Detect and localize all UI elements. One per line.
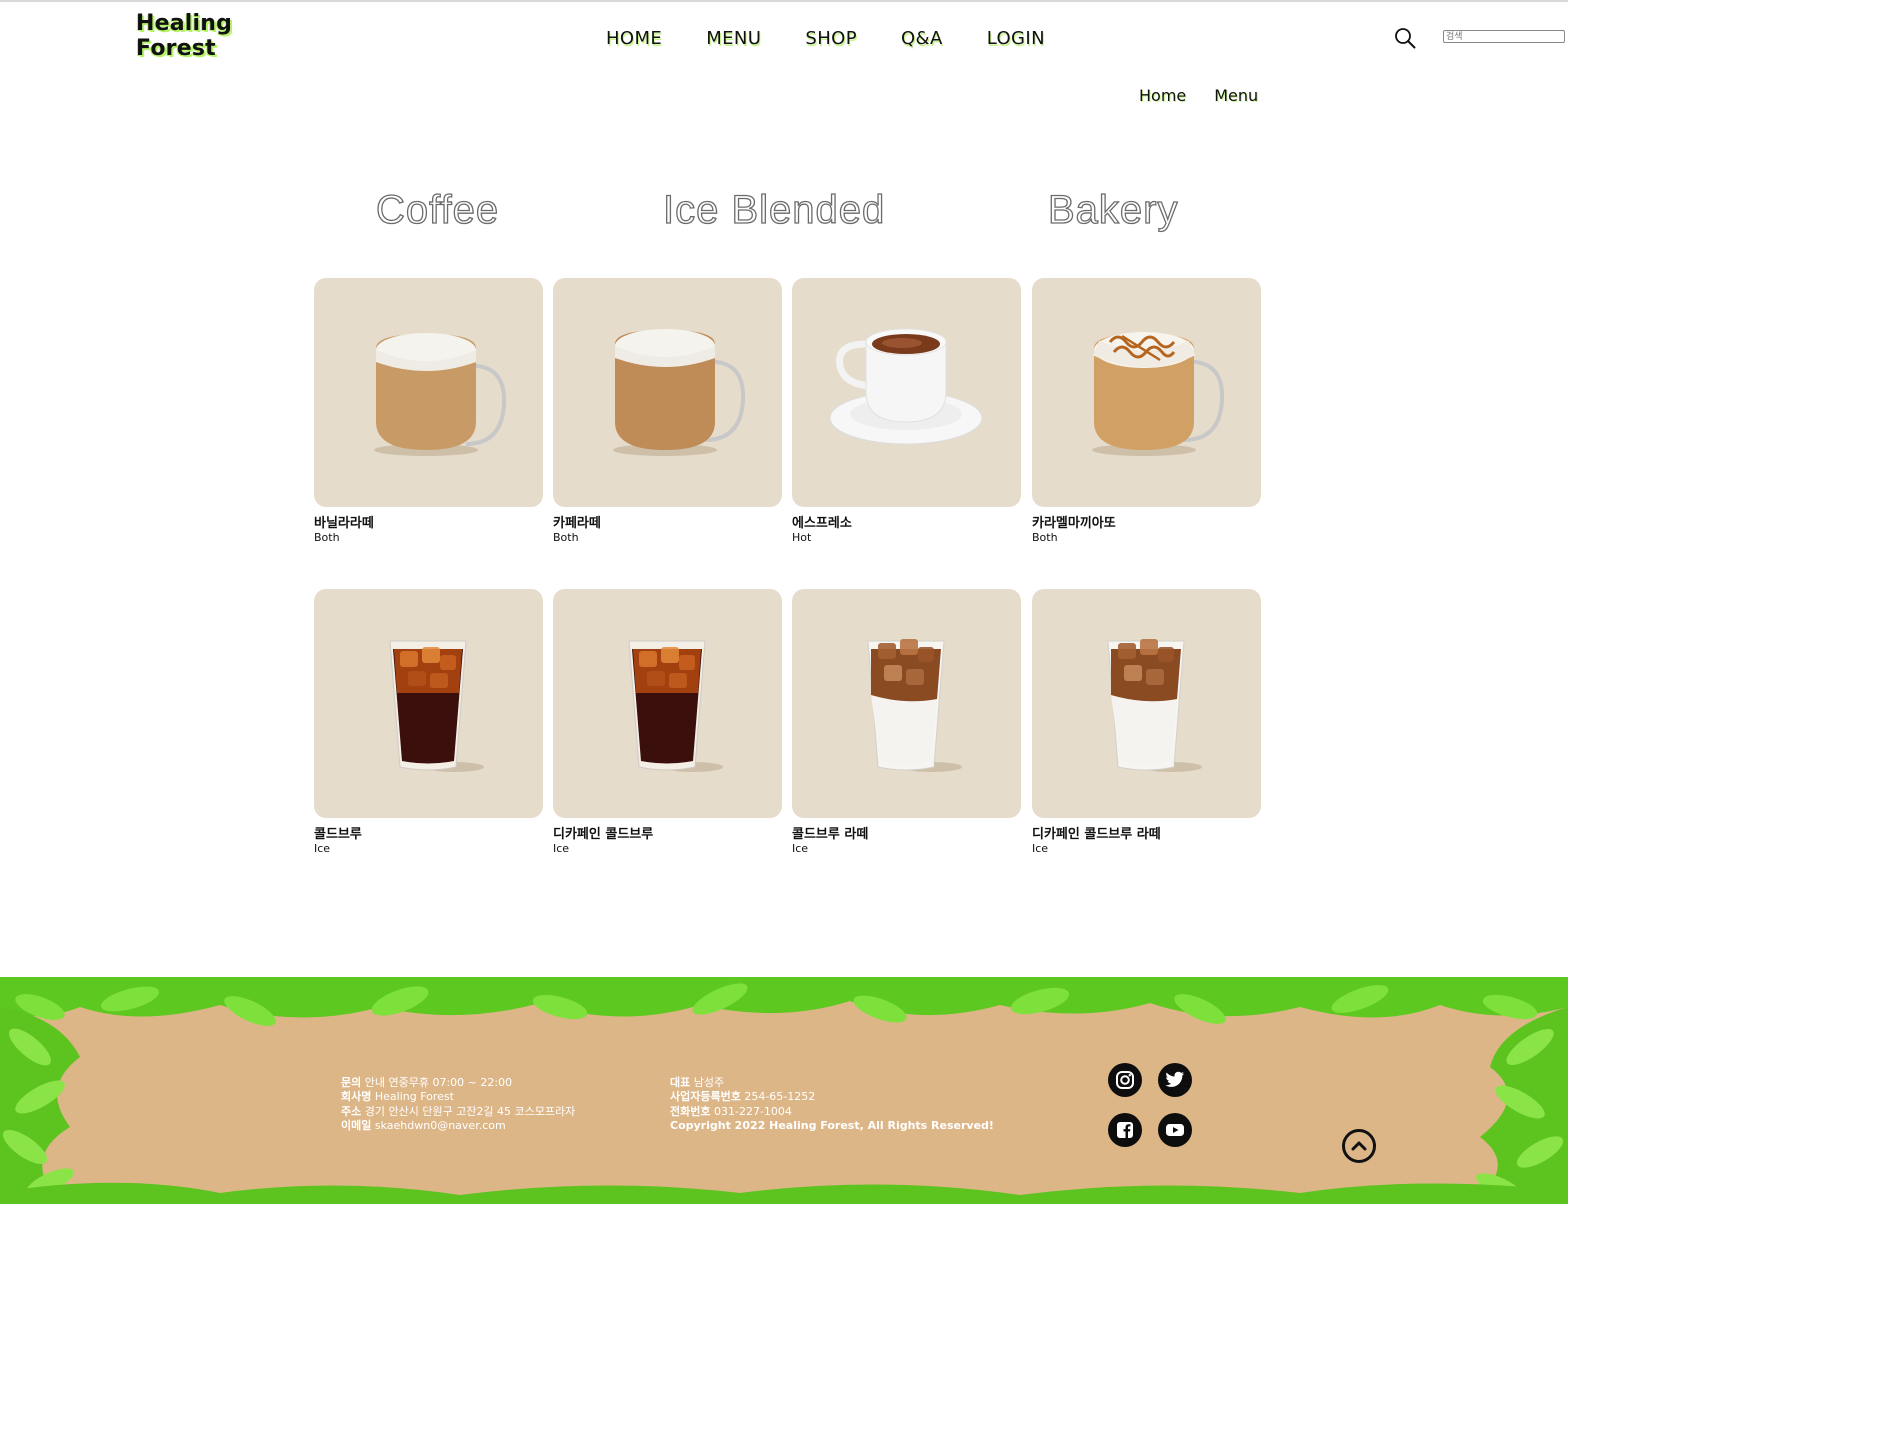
search-icon[interactable] xyxy=(1394,27,1416,49)
product-card[interactable]: 에스프레소 Hot xyxy=(792,278,1021,544)
product-type: Ice xyxy=(314,842,331,855)
nav-menu[interactable]: MENU xyxy=(706,28,761,52)
product-name: 콜드브루 xyxy=(314,827,362,842)
footer-row: 문의 안내 연중무휴 07:00 ~ 22:00 xyxy=(341,1076,513,1089)
scroll-top-button[interactable] xyxy=(1342,1129,1376,1163)
latte-mug-icon xyxy=(374,333,507,456)
breadcrumb: Home Menu xyxy=(1139,86,1258,105)
product-card[interactable]: 바닐라라떼 Both xyxy=(314,278,543,544)
product-card[interactable]: 카라멜마끼아또 Both xyxy=(1032,278,1261,544)
iced-coffee-glass-icon xyxy=(389,640,484,772)
logo-line-2: Forest xyxy=(136,36,216,61)
logo[interactable]: Healing Forest xyxy=(136,11,246,61)
footer-info-right: 대표 남성주 사업자등록번호 254-65-1252 전화번호 031-227-… xyxy=(670,1076,994,1133)
product-name: 콜드브루 라떼 xyxy=(792,827,869,842)
caramel-macchiato-mug-icon xyxy=(1092,332,1225,456)
product-image[interactable] xyxy=(1032,589,1261,818)
product-card[interactable]: 디카페인 콜드브루 라떼 Ice xyxy=(1032,589,1261,855)
main-nav: HOME MENU SHOP Q&A LOGIN xyxy=(606,28,1045,52)
product-card[interactable]: 디카페인 콜드브루 Ice xyxy=(553,589,782,855)
product-type: Both xyxy=(553,531,579,544)
top-border xyxy=(0,0,1568,2)
instagram-icon[interactable] xyxy=(1108,1063,1142,1097)
product-image[interactable] xyxy=(792,589,1021,818)
product-image[interactable] xyxy=(553,278,782,507)
product-image[interactable] xyxy=(314,589,543,818)
product-name: 에스프레소 xyxy=(792,516,852,531)
chevron-up-icon xyxy=(1351,1141,1367,1151)
product-name: 디카페인 콜드브루 xyxy=(553,827,654,842)
breadcrumb-menu[interactable]: Menu xyxy=(1214,86,1258,105)
tab-ice-blended[interactable]: Ice Blended xyxy=(662,187,885,233)
product-type: Ice xyxy=(1032,842,1049,855)
footer-info-left: 문의 안내 연중무휴 07:00 ~ 22:00 회사명 Healing For… xyxy=(341,1076,575,1133)
product-type: Ice xyxy=(792,842,809,855)
product-name: 카라멜마끼아또 xyxy=(1032,516,1116,531)
youtube-icon[interactable] xyxy=(1158,1113,1192,1147)
product-card[interactable]: 콜드브루 라떼 Ice xyxy=(792,589,1021,855)
search-input[interactable] xyxy=(1443,30,1565,43)
footer-row: 회사명 Healing Forest xyxy=(341,1090,454,1104)
product-image[interactable] xyxy=(314,278,543,507)
nav-login[interactable]: LOGIN xyxy=(987,28,1045,52)
footer: 문의 안내 연중무휴 07:00 ~ 22:00 회사명 Healing For… xyxy=(0,977,1568,1204)
nav-home[interactable]: HOME xyxy=(606,28,662,52)
footer-row: 전화번호 031-227-1004 xyxy=(670,1104,792,1118)
product-image[interactable] xyxy=(553,589,782,818)
facebook-icon[interactable] xyxy=(1108,1113,1142,1147)
product-type: Ice xyxy=(553,842,570,855)
iced-latte-glass-icon xyxy=(867,639,962,772)
nav-qna[interactable]: Q&A xyxy=(901,28,943,52)
product-name: 카페라떼 xyxy=(553,516,601,531)
product-name: 디카페인 콜드브루 라떼 xyxy=(1032,827,1161,842)
product-name: 바닐라라떼 xyxy=(314,516,374,531)
latte-mug-icon xyxy=(613,329,746,456)
footer-row: 주소 경기 안산시 단원구 고잔2길 45 코스모프라자 xyxy=(341,1104,576,1118)
twitter-icon[interactable] xyxy=(1158,1063,1192,1097)
iced-latte-glass-icon xyxy=(1107,639,1202,772)
product-image[interactable] xyxy=(1032,278,1261,507)
product-type: Both xyxy=(1032,531,1058,544)
product-type: Both xyxy=(314,531,340,544)
footer-copyright: Copyright 2022 Healing Forest, All Right… xyxy=(670,1118,994,1132)
iced-coffee-glass-icon xyxy=(628,640,723,772)
product-type: Hot xyxy=(792,531,812,544)
product-image[interactable] xyxy=(792,278,1021,507)
breadcrumb-home[interactable]: Home xyxy=(1139,86,1186,105)
product-card[interactable]: 콜드브루 Ice xyxy=(314,589,543,855)
tab-coffee[interactable]: Coffee xyxy=(375,187,499,233)
footer-row: 사업자등록번호 254-65-1252 xyxy=(670,1090,816,1104)
footer-row: 대표 남성주 xyxy=(670,1076,725,1089)
nav-shop[interactable]: SHOP xyxy=(805,28,857,52)
tab-bakery[interactable]: Bakery xyxy=(1047,187,1179,233)
product-card[interactable]: 카페라떼 Both xyxy=(553,278,782,544)
footer-row: 이메일 skaehdwn0@naver.com xyxy=(341,1118,506,1132)
espresso-cup-icon xyxy=(829,328,983,445)
logo-line-1: Healing xyxy=(136,11,233,36)
